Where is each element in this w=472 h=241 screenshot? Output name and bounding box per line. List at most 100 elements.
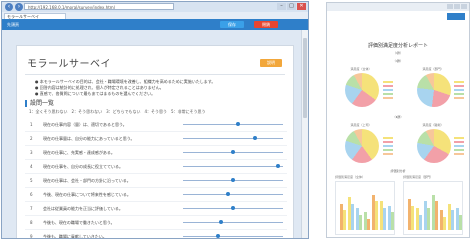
question-text: 今後、現在の仕事について将来性を感じている。 <box>43 192 131 197</box>
pie-caption: 満足度（職場） <box>422 123 444 127</box>
question-row: 3 現在の仕事に、充実感・達成感がある。 <box>25 146 287 160</box>
section-heading: 設問一覧 <box>25 100 54 107</box>
rating-slider[interactable] <box>183 164 283 168</box>
slider-handle[interactable] <box>216 234 220 238</box>
pie-chart <box>345 129 379 163</box>
slider-handle[interactable] <box>231 178 235 182</box>
question-number: 5 <box>30 178 33 183</box>
rating-slider[interactable] <box>183 220 283 224</box>
question-text: 現在の仕事内容（量）は、適切であると思う。 <box>43 122 127 127</box>
legend-swatch <box>454 85 464 87</box>
tab-bar: モラールサーベイ <box>2 12 308 19</box>
rating-slider[interactable] <box>183 150 283 154</box>
legend-swatch <box>454 153 464 155</box>
forward-icon[interactable]: › <box>15 3 23 11</box>
slider-handle[interactable] <box>276 164 280 168</box>
pie-caption: 満足度（上司） <box>350 123 372 127</box>
close-button[interactable]: 閉鎖 <box>254 21 278 28</box>
slider-handle[interactable] <box>236 122 240 126</box>
pie-caption: 満足度（部門） <box>422 67 444 71</box>
back-icon[interactable]: ‹ <box>5 3 13 11</box>
legend-swatch <box>454 137 464 139</box>
pie-chart <box>417 73 451 107</box>
legend-swatch <box>454 145 464 147</box>
question-row: 6 今後、現在の仕事について将来性を感じている。 <box>25 188 287 202</box>
close-window-button[interactable]: ✕ <box>297 3 306 10</box>
pie-chart <box>417 129 451 163</box>
rating-slider[interactable] <box>183 192 283 196</box>
question-row: 1 現在の仕事内容（量）は、適切であると思う。 <box>25 118 287 132</box>
question-text: 今後も、職場に貢献していきたい。 <box>43 234 107 239</box>
legend-swatch <box>383 85 393 87</box>
report-window-controls <box>447 4 467 9</box>
rating-slider[interactable] <box>183 122 283 126</box>
legend-swatch <box>383 137 393 139</box>
bar <box>367 219 370 230</box>
report-section-3: 評価別分析 <box>390 169 406 173</box>
question-text: 会社は従業員の能力を正当に評価している。 <box>43 206 123 211</box>
pie-caption: 満足度（全体） <box>350 67 372 71</box>
vertical-scrollbar[interactable] <box>301 30 308 238</box>
legend-swatch <box>383 97 393 99</box>
save-button[interactable]: 保存 <box>220 21 244 28</box>
nav-buttons: ‹ › <box>5 3 23 11</box>
pie-legend <box>454 81 468 101</box>
bar-caption: 評価別満足度（部門） <box>403 175 434 179</box>
slider-handle[interactable] <box>231 206 235 210</box>
report-close-button[interactable] <box>461 4 467 9</box>
address-bar[interactable]: http://192.168.0.1/moral/survey/index.ht… <box>24 3 174 10</box>
report-minimize-button[interactable] <box>447 4 453 9</box>
bar <box>443 217 446 230</box>
slider-handle[interactable] <box>226 192 230 196</box>
scrollbar-thumb[interactable] <box>303 38 307 118</box>
bar <box>459 215 462 230</box>
question-row: 7 会社は従業員の能力を正当に評価している。 <box>25 202 287 216</box>
bar <box>351 204 354 230</box>
note-line: ● 直感で、各質問について最もあてはまるものを選んでください。 <box>35 91 156 96</box>
rating-slider[interactable] <box>183 136 283 140</box>
legend-swatch <box>454 97 464 99</box>
note-line: ● 本モラールサーベイの目的は、会社・職場環境を改善し、組織力を高めるために実施… <box>35 79 216 84</box>
question-list: 1 現在の仕事内容（量）は、適切であると思う。 2 現在の仕事量は、自分の能力にあって… <box>25 118 287 239</box>
bar <box>427 208 430 230</box>
report-titlebar <box>327 3 469 11</box>
minimize-button[interactable]: – <box>277 3 286 10</box>
survey-panel: モラールサーベイ 説明 ● 本モラールサーベイの目的は、会社・職場環境を改善し、… <box>16 45 294 239</box>
rating-slider[interactable] <box>183 206 283 210</box>
slider-handle[interactable] <box>219 220 223 224</box>
bar-caption: 評価別満足度（全体） <box>335 175 366 179</box>
question-text: 現在の仕事量は、自分の能力にあっていると思う。 <box>43 136 135 141</box>
app-header: 先頭頁 保存 閉鎖 <box>2 19 308 30</box>
question-number: 2 <box>30 136 33 141</box>
app-header-title[interactable]: 先頭頁 <box>7 22 19 27</box>
bar <box>343 210 346 230</box>
legend-swatch <box>454 149 464 151</box>
rating-slider[interactable] <box>183 234 283 238</box>
question-row: 8 今後も、現在の職場で働きたいと思う。 <box>25 216 287 230</box>
slider-handle[interactable] <box>253 136 257 140</box>
maximize-button[interactable]: □ <box>287 3 296 10</box>
page-title: モラールサーベイ <box>27 59 111 70</box>
slider-handle[interactable] <box>231 150 235 154</box>
bar <box>419 215 422 230</box>
report-maximize-button[interactable] <box>454 4 460 9</box>
legend-swatch <box>383 145 393 147</box>
question-number: 6 <box>30 192 33 197</box>
question-number: 1 <box>30 122 33 127</box>
question-number: 3 <box>30 150 33 155</box>
question-number: 4 <box>30 164 33 169</box>
report-toolbar <box>331 13 465 21</box>
pie-legend <box>454 137 468 157</box>
title-divider <box>25 74 285 75</box>
report-action-button[interactable] <box>447 13 465 20</box>
help-button[interactable]: 説明 <box>260 59 282 67</box>
legend-swatch <box>454 81 464 83</box>
survey-notes: ● 本モラールサーベイの目的は、会社・職場環境を改善し、組織力を高めるために実施… <box>35 79 285 97</box>
question-row: 5 現在の仕事は、会社・部門の方針に沿っている。 <box>25 174 287 188</box>
question-text: 現在の仕事は、会社・部門の方針に沿っている。 <box>43 178 131 183</box>
legend-swatch <box>383 81 393 83</box>
rating-slider[interactable] <box>183 178 283 182</box>
bar <box>451 210 454 230</box>
question-row: 9 今後も、職場に貢献していきたい。 <box>25 230 287 239</box>
question-number: 9 <box>30 234 33 239</box>
